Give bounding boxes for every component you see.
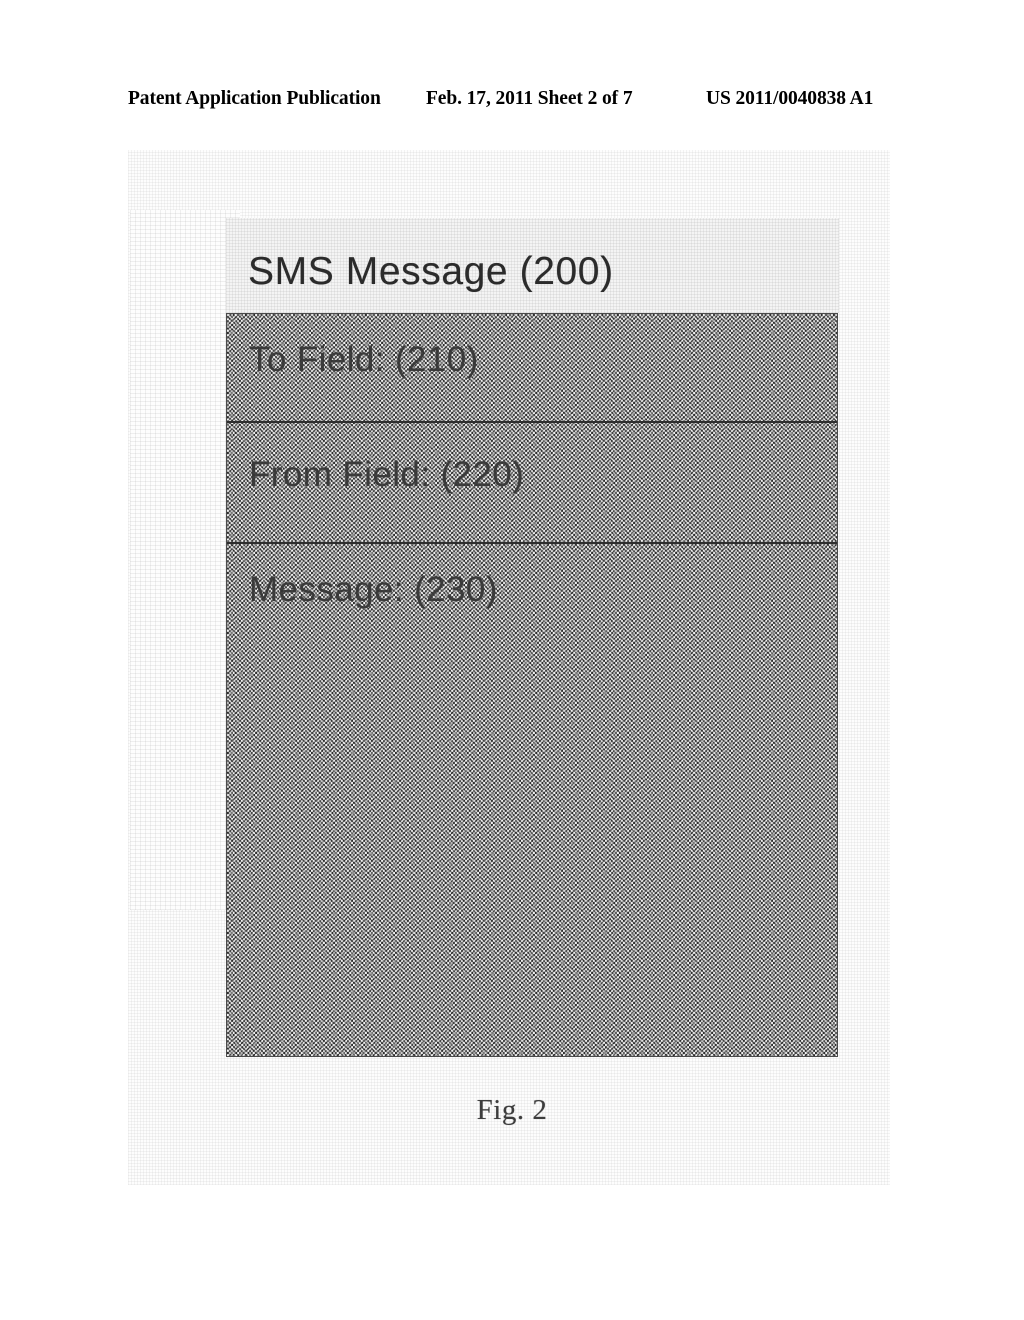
figure-2-diagram: SMS Message (200) To Field: (210) From F…	[226, 218, 839, 1058]
figure-title-sms-message: SMS Message (200)	[248, 250, 614, 293]
scan-artifact-left-margin	[130, 210, 240, 910]
sms-field-row-message: Message: (230)	[227, 544, 837, 1056]
figure-caption: Fig. 2	[476, 1094, 548, 1126]
sms-field-label-from: From Field: (220)	[249, 455, 525, 494]
page-header: Patent Application Publication Feb. 17, …	[0, 88, 1024, 114]
sms-field-row-to: To Field: (210)	[227, 314, 837, 423]
sms-field-row-from: From Field: (220)	[227, 423, 837, 544]
header-publication-label: Patent Application Publication	[128, 88, 381, 109]
sms-message-structure-box: To Field: (210) From Field: (220) Messag…	[226, 313, 838, 1057]
header-date-sheet-label: Feb. 17, 2011 Sheet 2 of 7	[426, 88, 633, 109]
header-document-number: US 2011/0040838 A1	[706, 88, 874, 109]
sms-field-label-message: Message: (230)	[249, 570, 498, 609]
sms-field-label-to: To Field: (210)	[249, 340, 479, 379]
